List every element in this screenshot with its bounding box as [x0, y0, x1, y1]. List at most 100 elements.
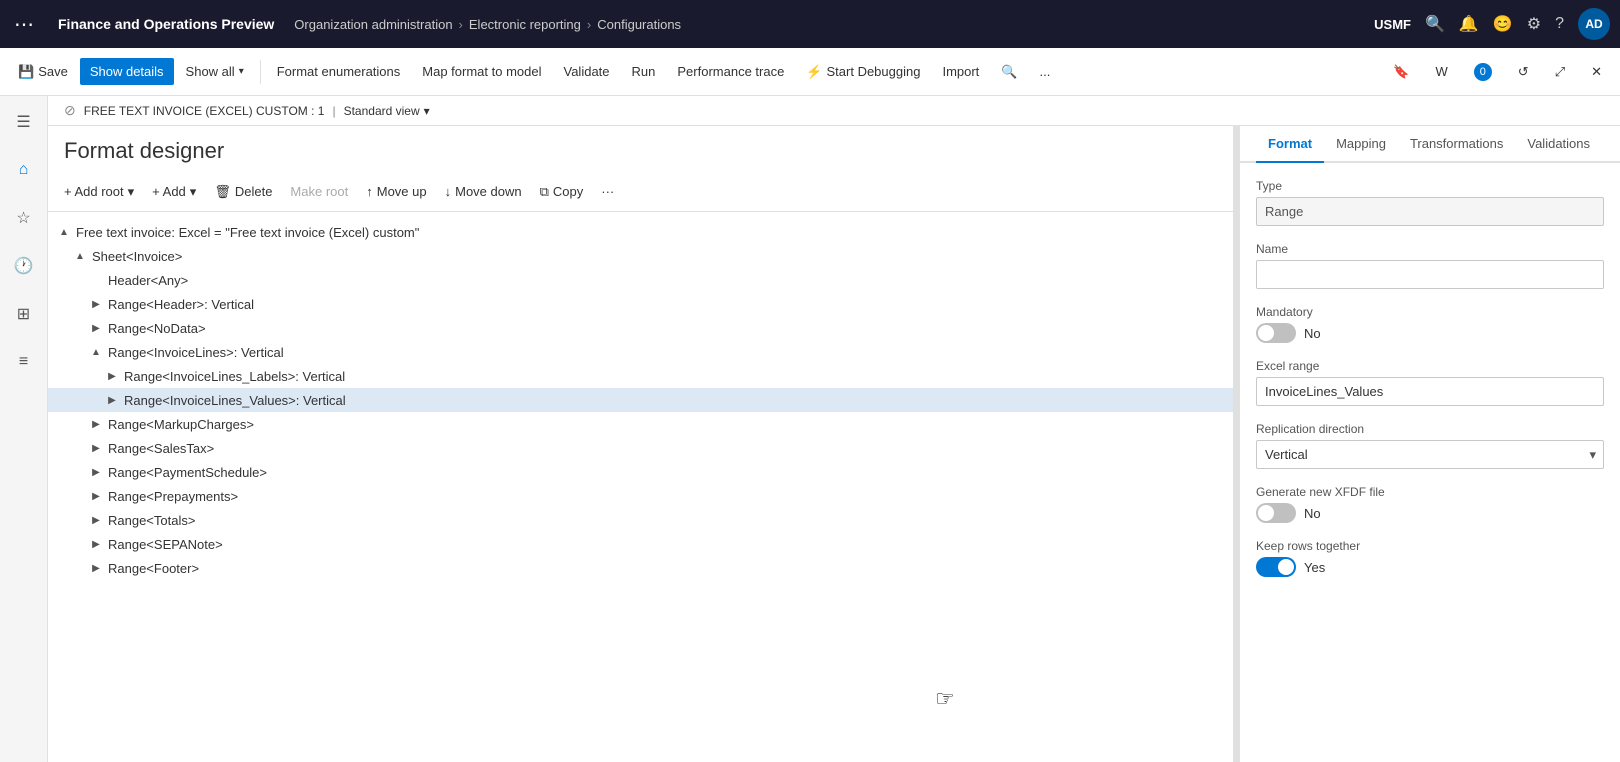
- sidebar-hamburger[interactable]: ☰: [6, 104, 42, 140]
- move-up-button[interactable]: ↑ Move up: [358, 179, 434, 204]
- sidebar-home[interactable]: ⌂: [6, 152, 42, 188]
- help-icon[interactable]: ?: [1555, 15, 1564, 33]
- format-enumerations-button[interactable]: Format enumerations: [267, 58, 411, 85]
- breadcrumb-org[interactable]: Organization administration: [294, 17, 452, 32]
- show-all-button[interactable]: Show all ▾: [176, 58, 254, 85]
- tree-item-sepanote[interactable]: ▶ Range<SEPANote>: [48, 532, 1233, 556]
- refresh-button[interactable]: ↺: [1508, 57, 1539, 87]
- performance-trace-button[interactable]: Performance trace: [667, 58, 794, 85]
- xfdf-value: No: [1304, 506, 1321, 521]
- layout: ☰ ⌂ ☆ 🕐 ⊞ ≡ ⊘ FREE TEXT INVOICE (EXCEL) …: [0, 96, 1620, 762]
- bookmark-button[interactable]: 🔖: [1383, 57, 1419, 87]
- expand-range-nodata[interactable]: ▶: [88, 320, 104, 336]
- tree-item-range-header[interactable]: ▶ Range<Header>: Vertical: [48, 292, 1233, 316]
- xfdf-toggle-row: No: [1256, 503, 1604, 523]
- add-root-chevron: ▾: [128, 184, 135, 200]
- left-sidebar: ☰ ⌂ ☆ 🕐 ⊞ ≡: [0, 96, 48, 762]
- main-toolbar: 💾 Save Show details Show all ▾ Format en…: [0, 48, 1620, 96]
- replication-field-group: Replication direction Vertical Horizonta…: [1256, 422, 1604, 469]
- toolbar-divider-1: [260, 60, 261, 84]
- tree-item-paymentschedule[interactable]: ▶ Range<PaymentSchedule>: [48, 460, 1233, 484]
- move-down-button[interactable]: ↓ Move down: [437, 179, 530, 204]
- tab-transformations[interactable]: Transformations: [1398, 126, 1515, 163]
- notification-icon[interactable]: 🔔: [1459, 14, 1479, 34]
- keep-rows-field-group: Keep rows together Yes: [1256, 539, 1604, 577]
- expand-markup[interactable]: ▶: [88, 416, 104, 432]
- search-icon[interactable]: 🔍: [1425, 14, 1445, 34]
- add-root-button[interactable]: + Add root ▾: [56, 179, 142, 205]
- expand-invoicelines-values[interactable]: ▶: [104, 392, 120, 408]
- expand-range-header[interactable]: ▶: [88, 296, 104, 312]
- sidebar-favorites[interactable]: ☆: [6, 200, 42, 236]
- validate-button[interactable]: Validate: [554, 58, 620, 85]
- apps-icon[interactable]: ⋯: [10, 8, 38, 41]
- show-all-chevron: ▾: [239, 66, 244, 77]
- run-button[interactable]: Run: [622, 58, 666, 85]
- excel-range-input[interactable]: [1256, 377, 1604, 406]
- map-format-button[interactable]: Map format to model: [412, 58, 551, 85]
- expand-prepayments[interactable]: ▶: [88, 488, 104, 504]
- filter-icon[interactable]: ⊘: [64, 102, 76, 119]
- start-debugging-button[interactable]: ⚡ Start Debugging: [796, 58, 930, 86]
- tab-format[interactable]: Format: [1256, 126, 1324, 163]
- tree-item-salestax[interactable]: ▶ Range<SalesTax>: [48, 436, 1233, 460]
- view-selector[interactable]: Standard view ▾: [344, 104, 430, 118]
- tab-validations[interactable]: Validations: [1515, 126, 1602, 163]
- mandatory-value: No: [1304, 326, 1321, 341]
- tab-mapping[interactable]: Mapping: [1324, 126, 1398, 163]
- tree-item-invoicelines-values[interactable]: ▶ Range<InvoiceLines_Values>: Vertical: [48, 388, 1233, 412]
- xfdf-toggle[interactable]: [1256, 503, 1296, 523]
- open-button[interactable]: ⤢: [1545, 57, 1575, 87]
- breadcrumb-sep: |: [332, 104, 335, 118]
- more-toolbar-button[interactable]: ...: [1029, 58, 1060, 85]
- copy-button[interactable]: ⧉ Copy: [532, 179, 592, 205]
- expand-salestax[interactable]: ▶: [88, 440, 104, 456]
- tree-item-range-nodata[interactable]: ▶ Range<NoData>: [48, 316, 1233, 340]
- more-format-button[interactable]: ···: [593, 179, 622, 204]
- expand-footer[interactable]: ▶: [88, 560, 104, 576]
- sep-1: ›: [459, 17, 463, 32]
- save-button[interactable]: 💾 Save: [8, 58, 78, 86]
- tree-item-range-invoicelines[interactable]: ▲ Range<InvoiceLines>: Vertical: [48, 340, 1233, 364]
- expand-sepanote[interactable]: ▶: [88, 536, 104, 552]
- tree-item-prepayments[interactable]: ▶ Range<Prepayments>: [48, 484, 1233, 508]
- tree-item-invoicelines-labels[interactable]: ▶ Range<InvoiceLines_Labels>: Vertical: [48, 364, 1233, 388]
- mandatory-toggle[interactable]: [1256, 323, 1296, 343]
- import-button[interactable]: Import: [932, 58, 989, 85]
- search-toolbar-button[interactable]: 🔍: [991, 58, 1027, 86]
- badge-button[interactable]: 0: [1464, 57, 1502, 87]
- name-input[interactable]: [1256, 260, 1604, 289]
- breadcrumb-reporting[interactable]: Electronic reporting: [469, 17, 581, 32]
- breadcrumb-configurations[interactable]: Configurations: [597, 17, 681, 32]
- tree-item-totals[interactable]: ▶ Range<Totals>: [48, 508, 1233, 532]
- emoji-icon[interactable]: 😊: [1493, 14, 1513, 34]
- sidebar-list[interactable]: ≡: [6, 344, 42, 380]
- expand-invoicelines-labels[interactable]: ▶: [104, 368, 120, 384]
- keep-rows-toggle[interactable]: [1256, 557, 1296, 577]
- tree-item-header[interactable]: ▶ Header<Any>: [48, 268, 1233, 292]
- delete-button[interactable]: 🗑 Delete: [206, 179, 280, 205]
- app-name: Finance and Operations Preview: [46, 16, 286, 32]
- make-root-button[interactable]: Make root: [282, 179, 356, 204]
- tree-item-markup[interactable]: ▶ Range<MarkupCharges>: [48, 412, 1233, 436]
- settings-icon[interactable]: ⚙: [1527, 14, 1541, 34]
- add-button[interactable]: + Add ▾: [144, 179, 204, 205]
- sidebar-workspaces[interactable]: ⊞: [6, 296, 42, 332]
- close-button[interactable]: ✕: [1581, 57, 1612, 87]
- word-button[interactable]: W: [1426, 57, 1458, 87]
- expand-sheet[interactable]: ▲: [72, 248, 88, 264]
- replication-select[interactable]: Vertical Horizontal None: [1256, 440, 1604, 469]
- tree-item-sheet[interactable]: ▲ Sheet<Invoice>: [48, 244, 1233, 268]
- show-details-button[interactable]: Show details: [80, 58, 174, 85]
- expand-totals[interactable]: ▶: [88, 512, 104, 528]
- type-input[interactable]: [1256, 197, 1604, 226]
- xfdf-slider: [1256, 503, 1296, 523]
- avatar[interactable]: AD: [1578, 8, 1610, 40]
- tree-item-footer[interactable]: ▶ Range<Footer>: [48, 556, 1233, 580]
- xfdf-label: Generate new XFDF file: [1256, 485, 1604, 499]
- expand-paymentschedule[interactable]: ▶: [88, 464, 104, 480]
- tree-item-root[interactable]: ▲ Free text invoice: Excel = "Free text …: [48, 220, 1233, 244]
- expand-root[interactable]: ▲: [56, 224, 72, 240]
- expand-invoicelines[interactable]: ▲: [88, 344, 104, 360]
- sidebar-recent[interactable]: 🕐: [6, 248, 42, 284]
